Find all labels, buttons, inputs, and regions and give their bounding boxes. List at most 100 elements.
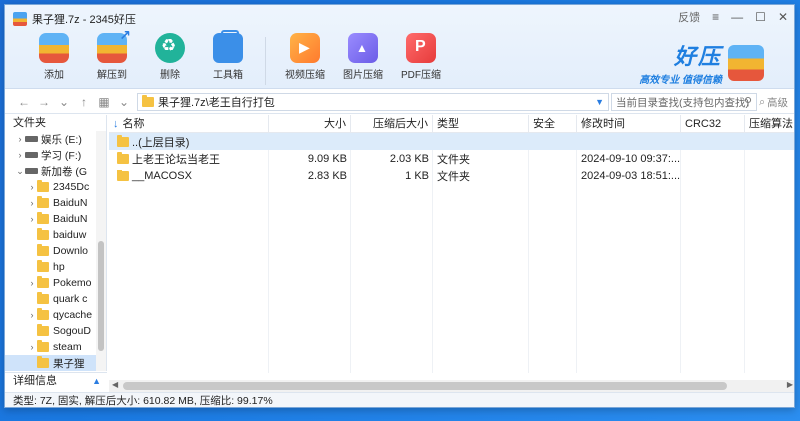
feedback-link[interactable]: 反馈 [678, 9, 700, 25]
tree-scroll-thumb[interactable] [98, 241, 104, 351]
column-method[interactable]: 压缩算法 [745, 115, 794, 133]
folder-tree: 文件夹 › 娱乐 (E:) › 学习 (F:) ⌄ 新加卷 (G › 2345Dc › Baidu… [5, 115, 107, 371]
expand-right-icon[interactable]: › [27, 182, 37, 192]
forward-arrow-icon[interactable]: → [35, 95, 53, 109]
app-window: 果子狸.7z - 2345好压 反馈 ≡ — ☐ ✕ 添加 解压到 删除 [4, 4, 795, 408]
expand-right-icon[interactable]: › [15, 150, 25, 160]
tree-item[interactable]: › BaiduN [5, 211, 106, 227]
expand-right-icon[interactable]: › [27, 310, 37, 320]
folder-icon [37, 276, 49, 288]
tree-item[interactable]: › Pokemo [5, 275, 106, 291]
menu-icon[interactable]: ≡ [712, 10, 719, 24]
brand-slogan: 高效专业 值得信赖 [639, 75, 722, 86]
tree-item-label: 2345Dc [53, 181, 90, 193]
column-compressed-size[interactable]: 压缩后大小 [351, 115, 433, 133]
path-bar[interactable]: 果子狸.7z\老王自行打包 ▼ [137, 93, 609, 111]
delete-button[interactable]: 删除 [141, 33, 199, 85]
cell-type: 文件夹 [437, 170, 470, 183]
tree-item[interactable]: ⌄ 新加卷 (G [5, 163, 106, 179]
tree-item[interactable]: › BaiduN [5, 195, 106, 211]
tree-item[interactable]: › qycache [5, 307, 106, 323]
brand-logo-icon [728, 44, 764, 81]
column-type[interactable]: 类型 [433, 115, 529, 133]
brand-name: 好压 [673, 44, 722, 69]
view-chevron-down-icon[interactable]: ⌄ [115, 95, 133, 109]
close-icon[interactable]: ✕ [778, 10, 788, 24]
titlebar: 果子狸.7z - 2345好压 [13, 11, 136, 27]
folder-icon [37, 228, 49, 240]
search-input[interactable]: 当前目录查找(支持包内查找) ⚲ [611, 93, 757, 111]
history-chevron-down-icon[interactable]: ⌄ [55, 95, 73, 109]
column-name[interactable]: ↓ 名称 [109, 115, 269, 133]
advanced-search-button[interactable]: ⌕ 高级 [759, 95, 788, 110]
column-crc32[interactable]: CRC32 [681, 115, 745, 133]
tree-item[interactable]: › 学习 (F:) [5, 147, 106, 163]
view-mode-icon[interactable]: ▦ [95, 95, 113, 109]
tree-header: 文件夹 [13, 117, 46, 129]
table-row[interactable]: ..(上层目录) [109, 133, 794, 150]
column-size[interactable]: 大小 [269, 115, 351, 133]
tree-item-label: hp [53, 261, 65, 273]
horizontal-scrollbar[interactable]: ◀ ▶ [109, 380, 794, 392]
tree-item-label: qycache [53, 309, 93, 321]
tree-item-label: 学习 (F:) [41, 149, 82, 162]
horizontal-scroll-thumb[interactable] [123, 382, 727, 390]
search-icon[interactable]: ⚲ [744, 95, 752, 108]
table-row[interactable]: __MACOSX 2.83 KB 1 KB 文件夹 2024-09-03 18:51:.… [109, 167, 794, 184]
folder-icon [117, 134, 129, 147]
expand-right-icon[interactable]: › [27, 342, 37, 352]
toolbox-button[interactable]: 工具箱 [199, 30, 257, 85]
scroll-right-icon[interactable]: ▶ [787, 380, 793, 389]
tree-item[interactable]: 果子狸 [5, 355, 106, 371]
extract-button[interactable]: 解压到 [83, 27, 141, 85]
column-security[interactable]: 安全 [529, 115, 577, 133]
video-compress-button[interactable]: 视频压缩 [276, 33, 334, 85]
file-name: __MACOSX [132, 169, 192, 182]
collapse-arrow-icon[interactable]: ▲ [92, 373, 101, 389]
tree-item[interactable]: baiduw [5, 227, 106, 243]
folder-icon [37, 308, 49, 320]
tree-scrollbar[interactable] [96, 131, 106, 371]
image-compress-button[interactable]: 图片压缩 [334, 33, 392, 85]
tree-item-label: 新加卷 (G [41, 165, 88, 178]
tree-item[interactable]: › steam [5, 339, 106, 355]
detail-info-toggle[interactable]: 详细信息 ▲ [5, 372, 107, 388]
expand-right-icon[interactable]: › [27, 198, 37, 208]
folder-icon [37, 356, 49, 368]
up-arrow-icon[interactable]: ↑ [75, 95, 93, 109]
cell-size: 9.09 KB [307, 152, 347, 165]
pdf-compress-label: PDF压缩 [401, 70, 441, 81]
folder-icon [37, 340, 49, 352]
column-modified-time[interactable]: 修改时间 [577, 115, 681, 133]
back-arrow-icon[interactable]: ← [15, 95, 33, 109]
cell-csize: 2.03 KB [389, 152, 429, 165]
detail-info-label: 详细信息 [13, 375, 57, 387]
path-dropdown-icon[interactable]: ▼ [595, 97, 604, 107]
expand-down-icon[interactable]: ⌄ [15, 166, 25, 177]
tree-item[interactable]: › 娱乐 (E:) [5, 131, 106, 147]
scroll-left-icon[interactable]: ◀ [112, 380, 118, 389]
brand-text: 好压 高效专业 值得信赖 [639, 39, 722, 86]
cell-name: __MACOSX [109, 169, 269, 182]
tree-item-label: BaiduN [53, 213, 88, 225]
tree-item[interactable]: › 2345Dc [5, 179, 106, 195]
expand-right-icon[interactable]: › [27, 278, 37, 288]
advanced-search-label: 高级 [767, 97, 788, 109]
tree-item[interactable]: quark c [5, 291, 106, 307]
pdf-compress-button[interactable]: PDF压缩 [392, 33, 450, 85]
path-text: 果子狸.7z\老王自行打包 [158, 97, 275, 109]
tree-item[interactable]: SogouD [5, 323, 106, 339]
tree-item[interactable]: Downlo [5, 243, 106, 259]
expand-right-icon[interactable]: › [27, 214, 37, 224]
table-row[interactable]: 上老王论坛当老王 9.09 KB 2.03 KB 文件夹 2024-09-10 09:3… [109, 150, 794, 167]
expand-right-icon[interactable]: › [15, 134, 25, 144]
pdf-compress-icon [406, 33, 436, 63]
video-compress-icon [290, 33, 320, 63]
add-label: 添加 [44, 70, 64, 81]
maximize-icon[interactable]: ☐ [755, 10, 766, 24]
tree-item-label: steam [53, 341, 82, 353]
minimize-icon[interactable]: — [731, 10, 743, 24]
tree-item-label: SogouD [53, 325, 91, 337]
add-button[interactable]: 添加 [25, 33, 83, 85]
tree-item[interactable]: hp [5, 259, 106, 275]
